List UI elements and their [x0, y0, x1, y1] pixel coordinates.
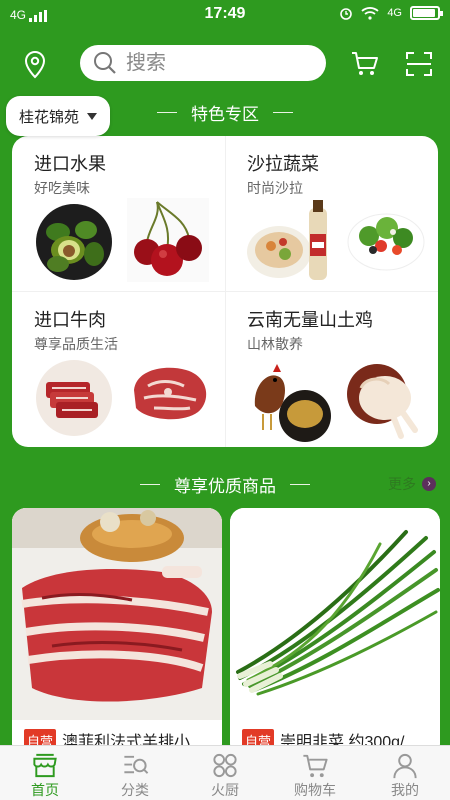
user-icon: [393, 753, 417, 779]
divider: [290, 484, 310, 485]
nav-home[interactable]: 首页: [0, 746, 90, 800]
bottom-navigation: 首页 分类 火厨 购物车 我的: [0, 745, 450, 800]
search-icon: [94, 52, 116, 74]
top-header: [0, 44, 450, 84]
cart-icon[interactable]: [350, 50, 380, 78]
featured-cell-imported-beef[interactable]: 进口牛肉 尊享品质生活: [12, 292, 225, 447]
divider: [157, 112, 177, 113]
battery-icon: [410, 6, 443, 20]
cherries-image: [127, 198, 209, 282]
featured-grid: 进口水果 好吃美味 沙拉蔬菜 时尚沙拉 进口牛肉 尊享品质生活 云南无量山土鸡 …: [12, 136, 438, 447]
premium-title: 尊享优质商品: [174, 477, 276, 496]
cell-title: 进口水果: [34, 154, 106, 174]
status-right: 4G: [339, 6, 443, 20]
nav-label: 购物车: [294, 782, 336, 798]
scan-icon[interactable]: [405, 51, 433, 77]
divider: [140, 484, 160, 485]
nav-label: 我的: [391, 782, 419, 798]
chives-image: [230, 508, 440, 720]
more-link[interactable]: 更多 ›: [388, 474, 436, 494]
category-icon: [124, 755, 149, 774]
lamb-chops-image: [12, 508, 222, 720]
product-card[interactable]: 自营 澳菲利法式羊排小: [12, 508, 222, 758]
cell-subtitle: 时尚沙拉: [247, 180, 303, 196]
shop-icon: [33, 753, 57, 778]
dropdown-triangle-icon: [87, 112, 98, 120]
cell-title: 沙拉蔬菜: [247, 154, 319, 174]
more-label: 更多: [388, 476, 416, 492]
nav-mine[interactable]: 我的: [360, 746, 450, 800]
premium-section-title: 尊享优质商品 更多 ›: [0, 472, 450, 497]
location-label: 桂花锦苑: [19, 108, 80, 126]
location-selector[interactable]: 桂花锦苑: [6, 96, 110, 136]
location-pin-icon[interactable]: [22, 50, 48, 80]
grid-icon: [213, 753, 237, 778]
cell-title: 云南无量山土鸡: [247, 310, 373, 330]
whole-chicken-image: [347, 364, 418, 439]
chevron-right-icon: ›: [422, 477, 436, 491]
cell-title: 进口牛肉: [34, 310, 106, 330]
cell-subtitle: 山林散养: [247, 336, 303, 352]
network-right-label: 4G: [387, 7, 402, 19]
search-input[interactable]: [126, 51, 296, 75]
nav-kitchen[interactable]: 火厨: [180, 746, 270, 800]
rooster-soup-image: [254, 364, 331, 442]
nav-category[interactable]: 分类: [90, 746, 180, 800]
nav-label: 首页: [31, 782, 59, 798]
avocado-image: [36, 204, 112, 280]
cell-subtitle: 尊享品质生活: [34, 336, 118, 352]
alarm-icon: [340, 8, 353, 20]
nav-label: 分类: [121, 782, 149, 798]
featured-cell-imported-fruit[interactable]: 进口水果 好吃美味: [12, 136, 225, 291]
search-bar[interactable]: [80, 45, 326, 81]
salad-bowl-image: [347, 213, 425, 271]
nav-label: 火厨: [211, 782, 239, 798]
wifi-icon: [361, 7, 379, 20]
nav-cart[interactable]: 购物车: [270, 746, 360, 800]
cart-icon: [303, 754, 328, 778]
product-card[interactable]: 自营 崇明韭菜 约300g/: [230, 508, 440, 758]
salad-bottle-image: [247, 200, 327, 280]
beef-plate-image: [36, 360, 112, 436]
divider: [273, 112, 293, 113]
ribeye-steak-image: [134, 367, 207, 420]
featured-cell-yunnan-chicken[interactable]: 云南无量山土鸡 山林散养: [225, 292, 438, 447]
status-bar: 4G 17:49 4G: [0, 0, 450, 30]
featured-cell-salad[interactable]: 沙拉蔬菜 时尚沙拉: [225, 136, 438, 291]
featured-title: 特色专区: [191, 105, 259, 124]
cell-subtitle: 好吃美味: [34, 180, 90, 196]
